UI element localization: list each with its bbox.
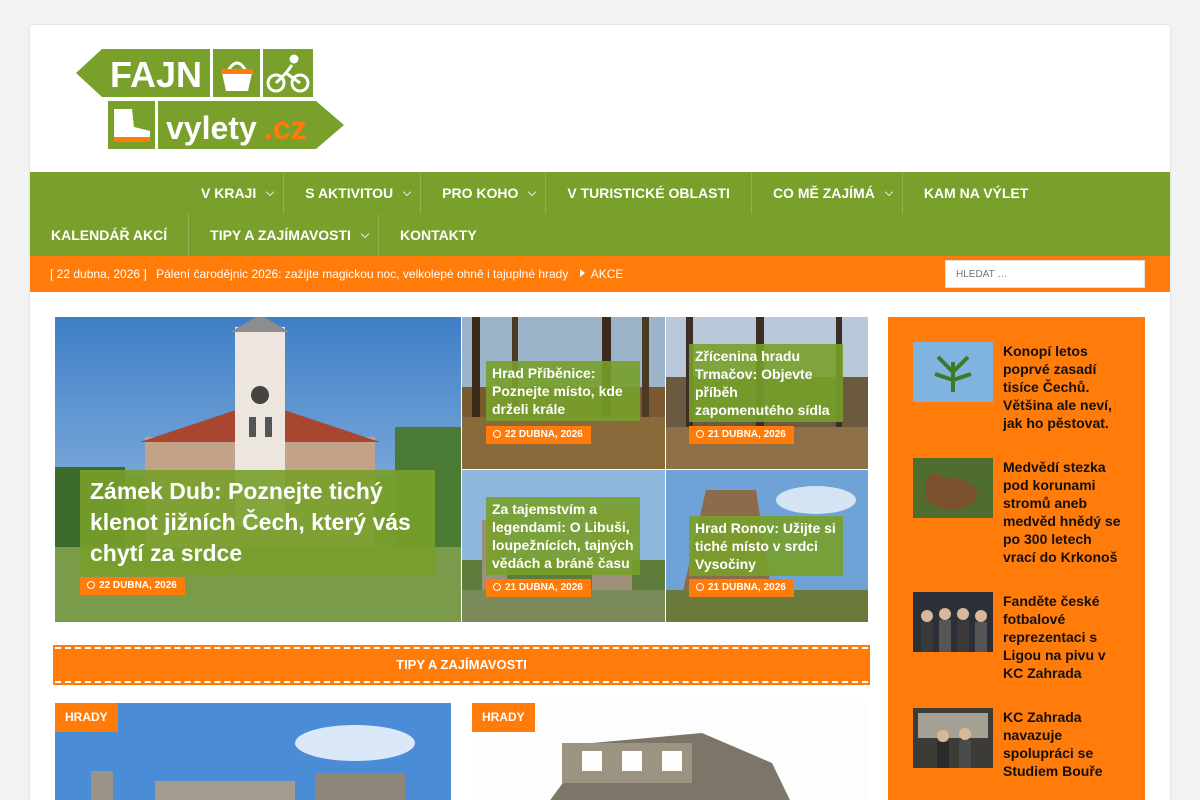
section-title[interactable]: TIPY A ZAJÍMAVOSTI: [55, 649, 868, 681]
nav-item-row2-2[interactable]: Kontakty: [379, 214, 498, 256]
page-wrapper: FAJN vylety .cz V KRAJI S AKTIVITOU PRO …: [30, 25, 1170, 800]
clock-icon: [696, 583, 704, 591]
featured-tile-3[interactable]: Za tajemstvím a legendami: O Libuši, lou…: [462, 470, 665, 622]
nav-item-row1-5[interactable]: Kam na výlet: [903, 172, 1049, 214]
nav-row-primary: V kraji S aktivitou Pro koho V turistické o…: [180, 172, 1049, 214]
sidebar-item[interactable]: Medvědí stezka pod korunami stromů aneb …: [913, 458, 1123, 578]
caret-right-icon: [579, 269, 585, 277]
sidebar-trending: Konopí letos poprvé zasadí tisíce Čechů.…: [888, 317, 1145, 800]
nav-item-row1-3[interactable]: V turistické oblasti: [546, 172, 752, 214]
site-logo[interactable]: FAJN vylety .cz: [76, 47, 346, 151]
featured-tile-3-title[interactable]: Za tajemstvím a legendami: O Libuši, lou…: [486, 497, 640, 575]
clock-icon: [493, 583, 501, 591]
ticker-category[interactable]: AKCE: [591, 267, 624, 281]
featured-tile-2-title[interactable]: Zřícenina hradu Trmačov: Objevte příběh …: [689, 344, 843, 422]
clock-icon: [696, 430, 704, 438]
sidebar-item[interactable]: Fanděte české fotbalové reprezentaci s L…: [913, 592, 1123, 692]
featured-tile-1-title[interactable]: Hrad Příběnice: Poznejte místo, kde drže…: [486, 361, 640, 421]
featured-tile-3-date: 21 DUBNA, 2026: [486, 579, 591, 597]
cannabis-thumbnail: [913, 342, 993, 402]
logo-text-tld: .cz: [264, 110, 307, 146]
clock-icon: [493, 430, 501, 438]
main-navigation: V kraji S aktivitou Pro koho V turistické o…: [30, 172, 1170, 256]
sidebar-item-title[interactable]: KC Zahrada navazuje spolupráci se Studie…: [1003, 708, 1123, 780]
category-badge[interactable]: HRADY: [55, 703, 118, 732]
featured-tile-1-date: 22 DUBNA, 2026: [486, 426, 591, 444]
featured-main-date: 22 DUBNA, 2026: [80, 577, 185, 595]
nav-item-row1-2[interactable]: Pro koho: [421, 172, 547, 214]
featured-tile-2-date: 21 DUBNA, 2026: [689, 426, 794, 444]
ticker-headline[interactable]: Pálení čarodějnic 2026: zažijte magickou…: [156, 267, 568, 281]
nav-item-row2-0[interactable]: Kalendář akcí: [30, 214, 190, 256]
clock-icon: [87, 581, 95, 589]
sidebar-item[interactable]: Konopí letos poprvé zasadí tisíce Čechů.…: [913, 342, 1123, 442]
sidebar-item-title[interactable]: Fanděte české fotbalové reprezentaci s L…: [1003, 592, 1123, 682]
article-card[interactable]: HRADY: [472, 703, 868, 800]
nav-item-row2-1[interactable]: Tipy a zajímavosti: [189, 214, 379, 256]
kc-zahrada-thumbnail: [913, 708, 993, 768]
featured-tile-4-title[interactable]: Hrad Ronov: Užijte si tiché místo v srdc…: [689, 516, 843, 576]
ticker-date: [ 22 dubna, 2026 ]: [50, 267, 147, 281]
featured-tile-2[interactable]: Zřícenina hradu Trmačov: Objevte příběh …: [666, 317, 868, 469]
sidebar-item-title[interactable]: Konopí letos poprvé zasadí tisíce Čechů.…: [1003, 342, 1123, 432]
featured-tile-4[interactable]: Hrad Ronov: Užijte si tiché místo v srdc…: [666, 470, 868, 622]
site-header: FAJN vylety .cz: [30, 25, 1170, 172]
nav-item-row1-1[interactable]: S aktivitou: [284, 172, 422, 214]
article-card[interactable]: HRADY: [55, 703, 451, 800]
section-header-tips[interactable]: TIPY A ZAJÍMAVOSTI: [53, 645, 870, 685]
logo-text-fajn: FAJN: [110, 54, 202, 95]
featured-main-tile[interactable]: Zámek Dub: Poznejte tichý klenot jižních…: [55, 317, 461, 622]
sidebar-item[interactable]: KC Zahrada navazuje spolupráci se Studie…: [913, 708, 1123, 800]
news-ticker-bar: [ 22 dubna, 2026 ] Pálení čarodějnic 202…: [30, 256, 1170, 292]
nav-item-row1-4[interactable]: Co mě zajímá: [752, 172, 903, 214]
category-badge[interactable]: HRADY: [472, 703, 535, 732]
ticker-item[interactable]: [ 22 dubna, 2026 ] Pálení čarodějnic 202…: [50, 256, 623, 292]
featured-main-title[interactable]: Zámek Dub: Poznejte tichý klenot jižních…: [80, 470, 435, 576]
featured-tile-4-date: 21 DUBNA, 2026: [689, 579, 794, 597]
nav-item-row1-0[interactable]: V kraji: [180, 172, 285, 214]
featured-tile-1[interactable]: Hrad Příběnice: Poznejte místo, kde drže…: [462, 317, 665, 469]
bear-thumbnail: [913, 458, 993, 518]
nav-row-secondary: Kalendář akcí Tipy a zajímavosti Kontakty: [30, 214, 498, 256]
featured-grid: Zámek Dub: Poznejte tichý klenot jižních…: [55, 317, 868, 622]
search-input[interactable]: [945, 260, 1145, 288]
sidebar-item-title[interactable]: Medvědí stezka pod korunami stromů aneb …: [1003, 458, 1123, 566]
football-team-thumbnail: [913, 592, 993, 652]
logo-text-vylety: vylety: [166, 110, 257, 146]
